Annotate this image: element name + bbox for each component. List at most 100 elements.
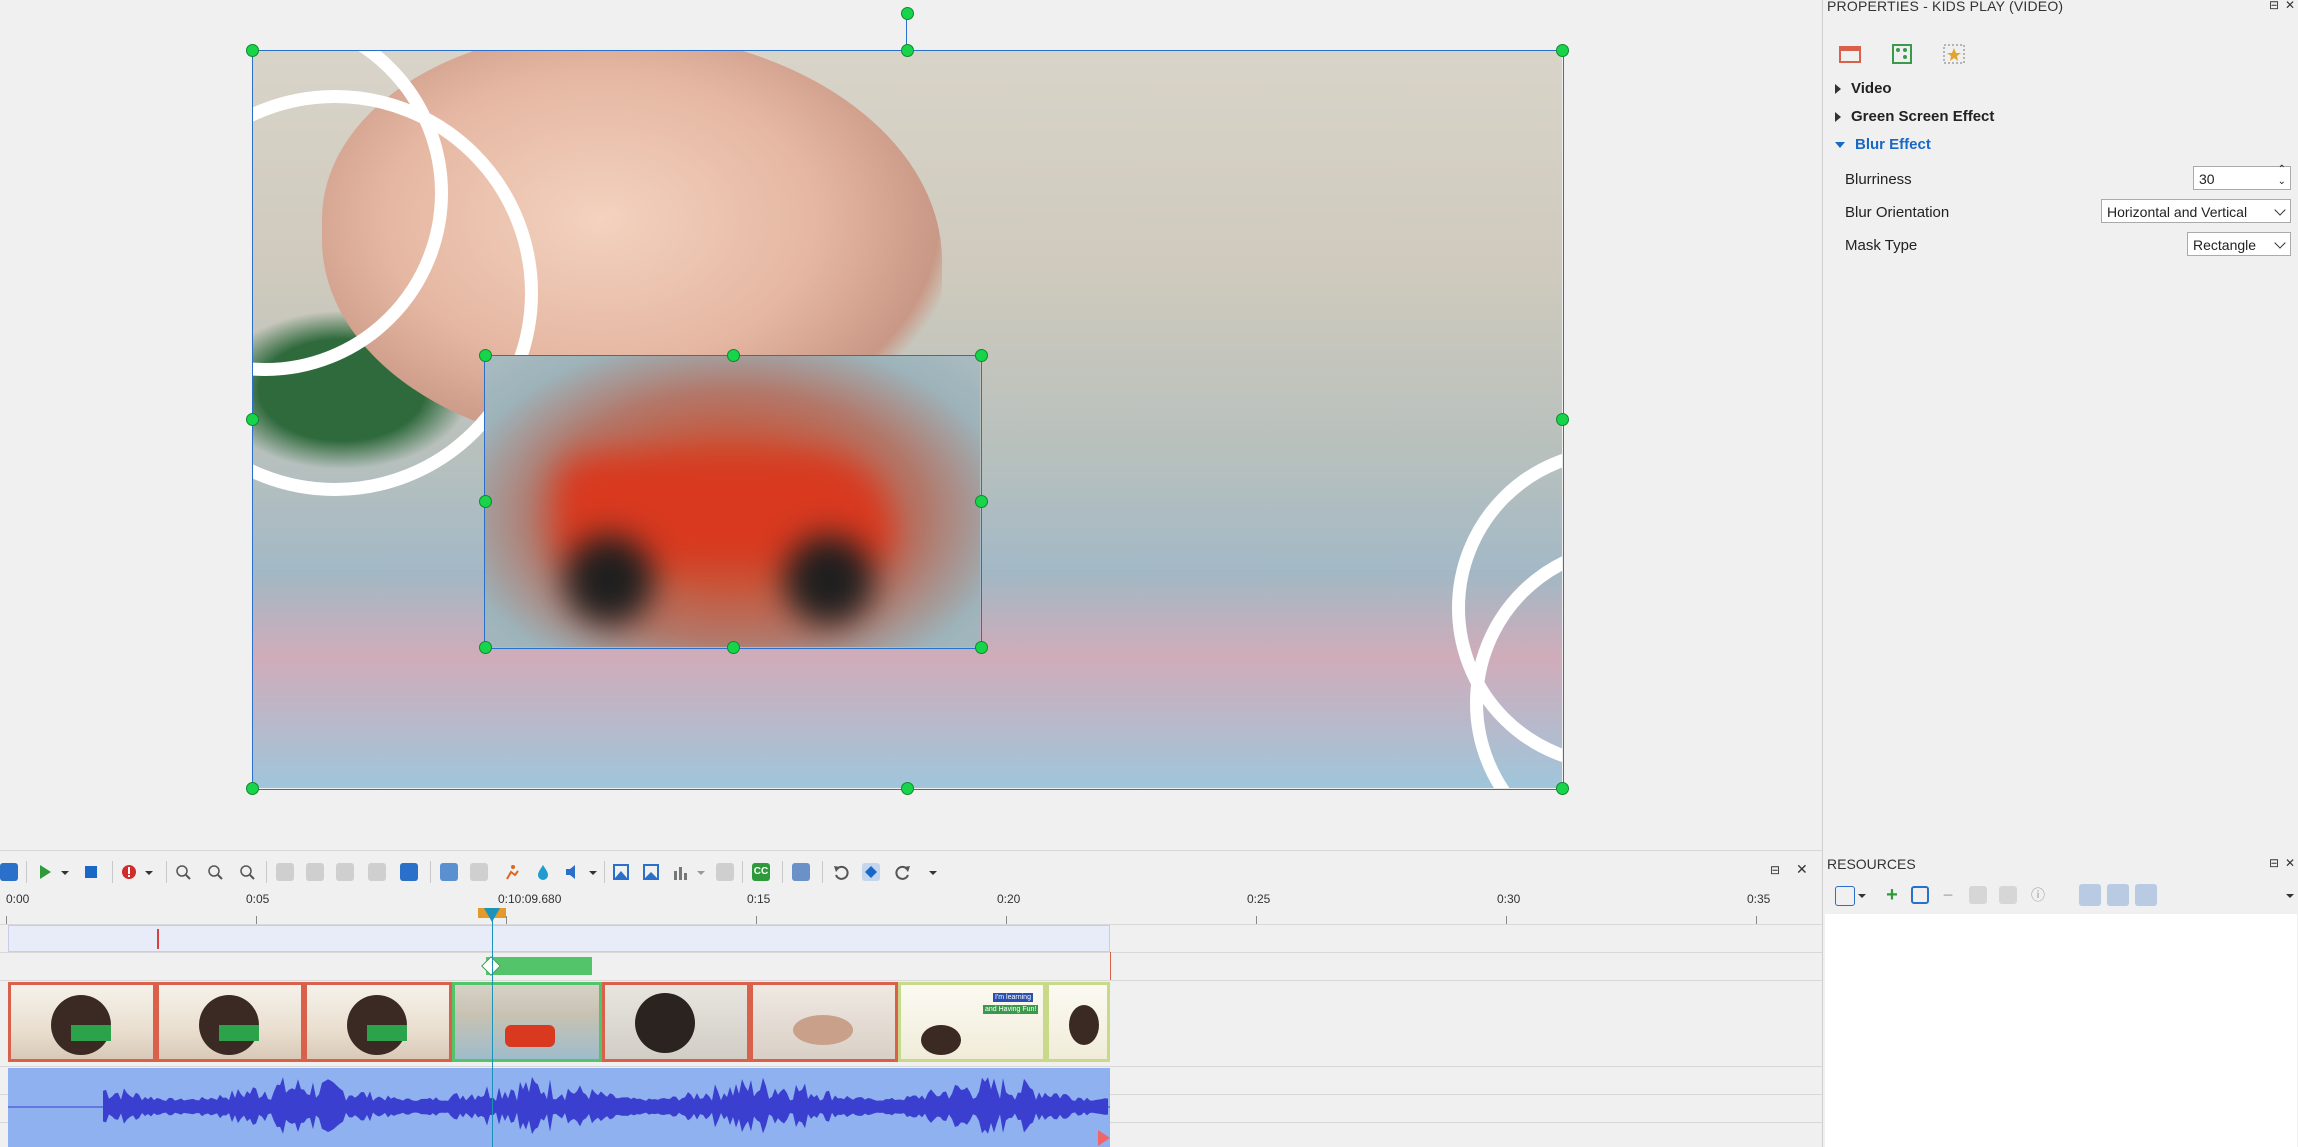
- video-clip-thumbnail[interactable]: [602, 982, 750, 1062]
- split-icon[interactable]: [440, 863, 458, 881]
- blurriness-input[interactable]: 30 ⌃ ⌄: [2193, 164, 2291, 190]
- mask-type-value: Rectangle: [2193, 237, 2257, 253]
- video-track[interactable]: I'm learning and Having Fun!: [8, 982, 1110, 1064]
- volume-dropdown-icon[interactable]: [588, 863, 598, 881]
- video-frame[interactable]: [252, 50, 1562, 788]
- zoom-in-icon[interactable]: [174, 863, 192, 881]
- section-blur-effect-label: Blur Effect: [1855, 136, 1931, 153]
- rotation-handle[interactable]: [901, 7, 914, 20]
- more-dropdown-icon[interactable]: [928, 863, 938, 881]
- blur-effect-clip[interactable]: [486, 957, 592, 975]
- resize-handle[interactable]: [1556, 44, 1569, 57]
- timeline-ruler[interactable]: 0:00 0:05 0:15 0:20 0:25 0:30 0:35 0:10:…: [0, 890, 1822, 925]
- section-video[interactable]: Video: [1835, 80, 1892, 97]
- import-icon[interactable]: [1911, 886, 1929, 904]
- resources-list[interactable]: [1825, 914, 2297, 1147]
- section-blur-effect[interactable]: Blur Effect: [1835, 136, 1931, 153]
- group-icon[interactable]: [368, 863, 386, 881]
- resize-handle[interactable]: [1556, 782, 1569, 795]
- selected-video-clip[interactable]: [452, 982, 602, 1062]
- align-right-icon[interactable]: [336, 863, 354, 881]
- picture-icon[interactable]: [642, 863, 660, 881]
- pin-icon[interactable]: ⊟: [2269, 856, 2279, 870]
- filter-recent-icon[interactable]: [2135, 884, 2157, 906]
- marker-track[interactable]: [8, 925, 1110, 952]
- color-drop-icon[interactable]: [534, 863, 552, 881]
- close-icon[interactable]: ✕: [2285, 856, 2295, 870]
- add-resource-icon[interactable]: +: [1883, 885, 1901, 905]
- image-icon[interactable]: [612, 863, 630, 881]
- view-mode-icon[interactable]: [1835, 886, 1855, 906]
- effects-tab-icon[interactable]: [1941, 42, 1971, 70]
- zoom-fit-icon[interactable]: [238, 863, 256, 881]
- view-dropdown-icon[interactable]: [1857, 886, 1867, 904]
- trim-icon[interactable]: [470, 863, 488, 881]
- animation-tab-icon[interactable]: [1889, 42, 1919, 70]
- resize-handle[interactable]: [901, 782, 914, 795]
- video-clip-thumbnail[interactable]: [304, 982, 452, 1062]
- blur-resize-handle[interactable]: [975, 349, 988, 362]
- close-icon[interactable]: ✕: [1796, 861, 1808, 878]
- volume-icon[interactable]: [564, 863, 582, 881]
- blur-resize-handle[interactable]: [479, 641, 492, 654]
- info-icon[interactable]: ⓘ: [2029, 886, 2047, 904]
- blur-mask-region[interactable]: [484, 355, 980, 647]
- play-icon[interactable]: [36, 863, 54, 881]
- marker-line[interactable]: [157, 929, 159, 949]
- pin-icon[interactable]: ⊟: [1770, 863, 1780, 877]
- record-icon[interactable]: [120, 863, 138, 881]
- section-green-screen[interactable]: Green Screen Effect: [1835, 108, 1994, 125]
- chart-dropdown-icon[interactable]: [696, 863, 706, 881]
- preview-canvas[interactable]: [0, 0, 1822, 850]
- resize-handle[interactable]: [246, 413, 259, 426]
- video-clip-thumbnail[interactable]: [156, 982, 304, 1062]
- resize-handle[interactable]: [246, 44, 259, 57]
- align-left-icon[interactable]: [276, 863, 294, 881]
- speed-icon[interactable]: [502, 863, 520, 881]
- stop-icon[interactable]: [82, 863, 100, 881]
- remove-icon[interactable]: −: [1939, 886, 1957, 904]
- mask-type-select[interactable]: Rectangle: [2187, 232, 2291, 256]
- record-dropdown-icon[interactable]: [144, 863, 154, 881]
- resources-panel: RESOURCES ⊟ ✕ + − ⓘ: [1822, 850, 2298, 1147]
- properties-panel: PROPERTIES - KIDS PLAY (VIDEO) ⊟ ✕ Video…: [1822, 0, 2298, 850]
- blur-resize-handle[interactable]: [975, 641, 988, 654]
- align-center-icon[interactable]: [306, 863, 324, 881]
- blur-resize-handle[interactable]: [479, 349, 492, 362]
- blur-orientation-select[interactable]: Horizontal and Vertical: [2101, 199, 2291, 223]
- filter-image-icon[interactable]: [2079, 884, 2101, 906]
- blur-resize-handle[interactable]: [727, 641, 740, 654]
- audio-end-marker[interactable]: [1098, 1130, 1110, 1146]
- resize-handle[interactable]: [1556, 413, 1569, 426]
- video-clip-thumbnail[interactable]: [8, 982, 156, 1062]
- keyframe-icon[interactable]: [862, 863, 880, 881]
- play-dropdown-icon[interactable]: [60, 863, 70, 881]
- filter-picture-icon[interactable]: [2107, 884, 2129, 906]
- resize-handle[interactable]: [901, 44, 914, 57]
- arrange-icon[interactable]: [400, 863, 418, 881]
- chart-icon[interactable]: [672, 863, 690, 881]
- redo-icon[interactable]: [894, 863, 912, 881]
- blur-resize-handle[interactable]: [479, 495, 492, 508]
- blur-resize-handle[interactable]: [727, 349, 740, 362]
- close-icon[interactable]: ✕: [2285, 0, 2295, 12]
- undo-icon[interactable]: [832, 863, 850, 881]
- title-clip-thumbnail[interactable]: I'm learning and Having Fun!: [898, 982, 1046, 1062]
- blur-resize-handle[interactable]: [975, 495, 988, 508]
- marker-icon[interactable]: [716, 863, 734, 881]
- copy-icon[interactable]: [1969, 886, 1987, 904]
- zoom-out-icon[interactable]: [206, 863, 224, 881]
- storyboard-icon[interactable]: [792, 863, 810, 881]
- spinner-icon[interactable]: ⌃ ⌄: [2278, 164, 2286, 188]
- blur-orientation-value: Horizontal and Vertical: [2107, 204, 2248, 220]
- title-clip-thumbnail[interactable]: [1046, 982, 1110, 1062]
- video-clip-thumbnail[interactable]: [750, 982, 898, 1062]
- pin-icon[interactable]: ⊟: [2269, 0, 2279, 12]
- resources-dropdown-icon[interactable]: [2285, 886, 2295, 904]
- audio-track[interactable]: [8, 1068, 1110, 1147]
- select-mode-icon[interactable]: [0, 863, 18, 881]
- closed-caption-icon[interactable]: CC: [752, 863, 770, 881]
- video-tab-icon[interactable]: [1837, 42, 1867, 70]
- edit-icon[interactable]: [1999, 886, 2017, 904]
- resize-handle[interactable]: [246, 782, 259, 795]
